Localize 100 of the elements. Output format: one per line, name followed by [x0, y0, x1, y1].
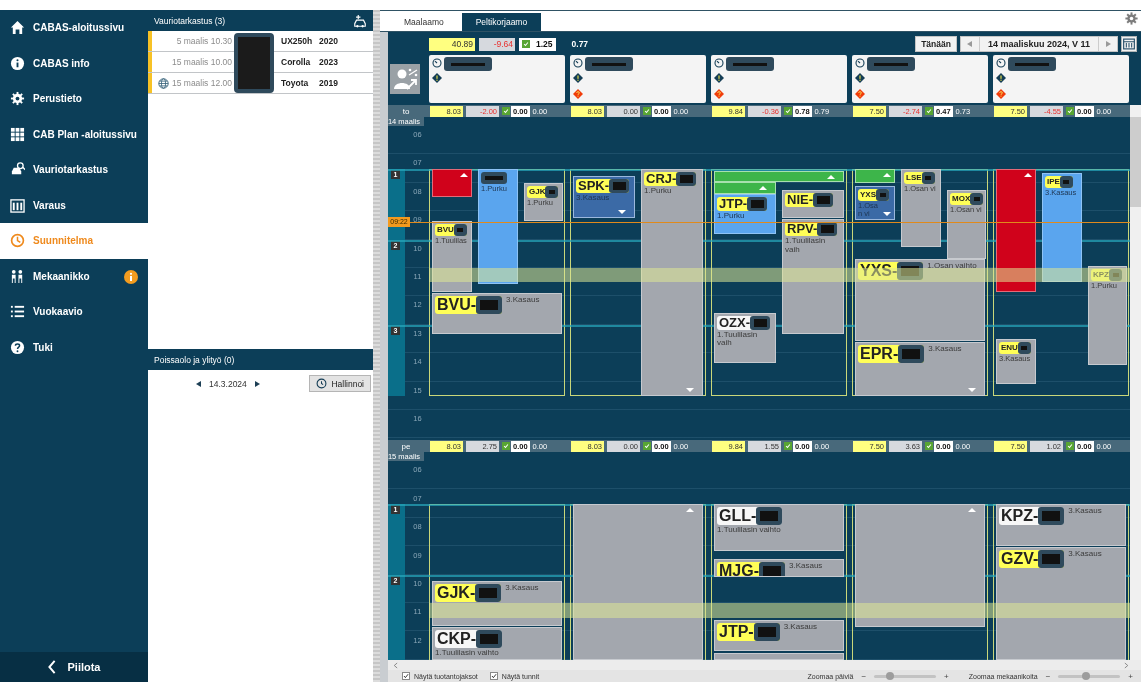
task-label: 1.Tuulilasin vaihto [435, 648, 499, 658]
mechanic-card[interactable] [570, 55, 706, 103]
job-block[interactable]: JTP- 3.Kasaus [714, 619, 844, 651]
triangle-down-icon[interactable] [618, 210, 626, 215]
sidebar-item[interactable]: Tuki [0, 329, 148, 365]
job-block[interactable]: GLL- 1.Tuulilasin vaihto [714, 504, 844, 552]
job-block[interactable]: SPK- 3.Kasaus [573, 175, 635, 219]
job-block[interactable]: NIE- [782, 189, 844, 219]
zoom-in-button[interactable]: + [944, 671, 949, 681]
redacted-name [1008, 57, 1056, 71]
job-block[interactable]: RPV- 1.Tuulilasin vaih [782, 219, 844, 335]
triangle-up-icon[interactable] [968, 508, 976, 512]
mechanic-card[interactable] [429, 55, 565, 103]
manage-button[interactable]: Hallinnoi [309, 375, 371, 392]
gauge-icon [432, 58, 442, 68]
zoom-out-button[interactable]: − [861, 671, 867, 681]
job-block[interactable] [855, 168, 895, 183]
checkbox[interactable] [643, 107, 651, 115]
triangle-up-icon[interactable] [686, 508, 694, 512]
checkbox[interactable] [402, 672, 410, 680]
job-block[interactable]: CRJ- 1.Purku [641, 168, 703, 396]
slider-thumb[interactable] [1082, 671, 1091, 680]
mechanic-card[interactable] [852, 55, 988, 103]
checkbox[interactable] [784, 107, 792, 115]
grid-icon [10, 126, 25, 142]
gauge-icon [714, 58, 724, 68]
scroll-right-icon[interactable] [1124, 661, 1129, 669]
plate-prefix: OZX- [718, 315, 751, 330]
assign-person-icon[interactable] [390, 64, 420, 94]
zoom-out-button[interactable]: − [1045, 671, 1051, 681]
plate-prefix: CRJ- [645, 171, 677, 186]
checkbox[interactable] [784, 442, 792, 451]
triangle-up-icon[interactable] [460, 172, 468, 177]
add-car-icon[interactable] [353, 13, 367, 28]
car-model: UX250h [281, 36, 314, 46]
checkbox[interactable] [502, 107, 510, 115]
car-year: 2020 [319, 36, 338, 46]
sidebar-item[interactable]: CABAS info [0, 45, 148, 81]
checkbox[interactable] [522, 40, 530, 48]
gauge-icon [996, 58, 1006, 68]
job-block[interactable]: KPZ- 3.Kasaus [996, 504, 1126, 546]
job-block[interactable]: BVU- 3.Kasaus [432, 292, 562, 335]
mechanic-card[interactable] [993, 55, 1129, 103]
checkbox[interactable] [502, 442, 510, 451]
job-block[interactable]: GJK- 3.Kasaus [432, 580, 562, 627]
triangle-up-icon[interactable] [759, 186, 767, 191]
checkbox[interactable] [1066, 107, 1074, 115]
question-icon [573, 89, 583, 99]
plate-prefix: RPV- [786, 222, 818, 237]
job-block[interactable]: OZX- 1.Tuulilasin vaih [714, 312, 776, 363]
checkbox[interactable] [925, 442, 933, 451]
previous-day-icon[interactable] [196, 380, 201, 387]
mechanic-card[interactable] [711, 55, 847, 103]
job-block[interactable]: MJG- 3.Kasaus [714, 558, 844, 578]
job-block[interactable]: GZV- 3.Kasaus [996, 546, 1126, 660]
today-button[interactable]: Tänään [915, 36, 957, 52]
slider-thumb[interactable] [885, 671, 894, 680]
tab[interactable]: Peltikorjaamo [461, 13, 542, 31]
clock-icon [316, 378, 328, 389]
scroll-thumb[interactable] [1130, 117, 1141, 207]
redacted-name [585, 57, 633, 71]
sidebar-item[interactable]: Vauriotarkastus [0, 152, 148, 188]
job-block[interactable]: JTP- 1.Purku [714, 194, 776, 234]
triangle-down-icon[interactable] [686, 387, 694, 392]
redacted-name [444, 57, 492, 71]
sidebar-item[interactable]: Mekaanikko [0, 258, 148, 294]
zoom-slider[interactable] [1058, 674, 1121, 678]
calendar-icon[interactable] [1121, 36, 1137, 52]
triangle-up-icon[interactable] [883, 172, 891, 177]
vertical-scrollbar[interactable] [1130, 105, 1141, 660]
checkbox[interactable] [489, 672, 498, 680]
sidebar-item[interactable]: CAB Plan -aloitussivu [0, 116, 148, 152]
hide-sidebar-button[interactable]: Piilota [0, 652, 148, 682]
triangle-down-icon[interactable] [968, 387, 976, 392]
list-icon [10, 304, 25, 320]
sidebar-item[interactable]: Perustieto [0, 81, 148, 117]
zoom-slider[interactable] [874, 674, 937, 678]
job-block[interactable]: EPR- 3.Kasaus [855, 342, 985, 396]
settings-icon[interactable] [1125, 12, 1138, 25]
triangle-down-icon[interactable] [883, 211, 891, 216]
task-label: 1.Osan vaihto [927, 262, 977, 271]
job-block[interactable]: YXS- 1.Osan vaihto [855, 259, 985, 342]
scroll-left-icon[interactable] [393, 661, 398, 669]
job-block[interactable]: CKP- 1.Tuulilasin vaihto [432, 626, 562, 660]
job-block[interactable] [432, 168, 472, 197]
sidebar-item[interactable]: Vuokaavio [0, 294, 148, 330]
horizontal-scrollbar[interactable] [388, 660, 1141, 670]
zoom-in-button[interactable]: + [1128, 671, 1133, 681]
inspection-date: 15 maalis 12.00 [171, 78, 232, 88]
checkbox[interactable] [1066, 442, 1074, 451]
triangle-up-icon[interactable] [1024, 172, 1032, 177]
tab[interactable]: Maalaamo [390, 13, 458, 31]
splitter-handle[interactable] [373, 10, 380, 682]
checkbox[interactable] [643, 442, 651, 451]
checkbox[interactable] [925, 107, 933, 115]
sidebar-item[interactable]: Varaus [0, 187, 148, 223]
week-date-label: 14 maaliskuu 2024, V 11 [978, 37, 1099, 51]
next-day-icon[interactable] [254, 380, 260, 387]
sidebar-item[interactable]: CABAS-aloitussivu [0, 10, 148, 46]
panel-title: Poissaolo ja ylityö (0) [154, 354, 235, 365]
